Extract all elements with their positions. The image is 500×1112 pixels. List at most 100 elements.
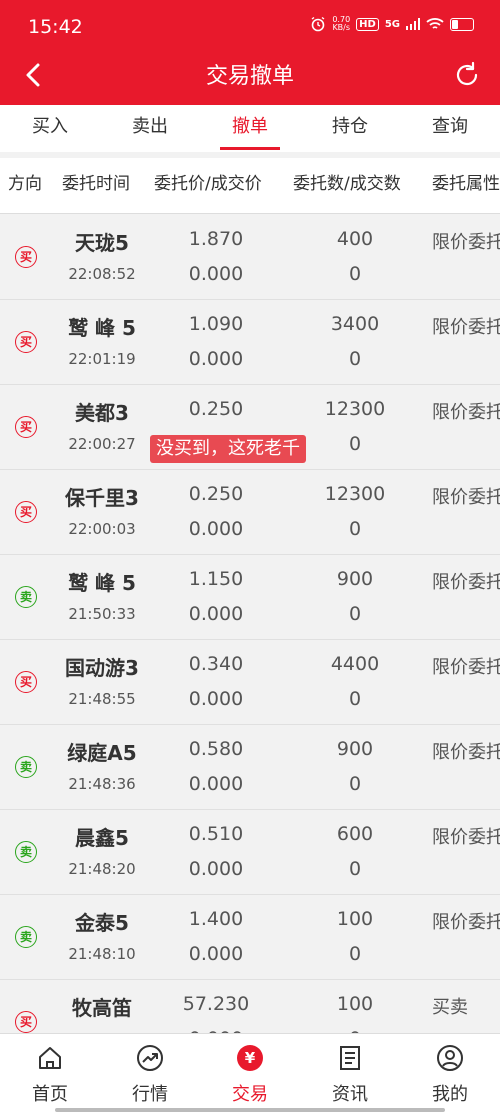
nav-home[interactable]: 首页 [0, 1034, 100, 1112]
order-list: 买天珑5 22:08:52 1.870 0.000 400 0 限价委托买鹫 峰 5 22:0… [0, 215, 500, 1033]
net-speed-unit: KB/s [332, 23, 351, 32]
order-row[interactable]: 卖 金泰5 21:48:10 1.400 0.000 100 0 限价委托 [0, 895, 500, 980]
deal-quantity: 0 [348, 688, 362, 710]
order-price: 1.400 [188, 908, 244, 930]
nav-market[interactable]: 行情 [100, 1034, 200, 1112]
deal-quantity: 0 [348, 348, 362, 370]
order-row[interactable]: 买 鹫 峰 5 22:01:19 1.090 0.000 3400 0 限价委托 [0, 300, 500, 385]
nav-market-label: 行情 [132, 1084, 168, 1105]
yuan-icon: ¥ [236, 1044, 264, 1072]
order-row[interactable]: 买牧高笛57.2300.0001000买卖 [0, 980, 500, 1033]
order-attribute: 限价委托 [432, 742, 500, 763]
stock-name: 晨鑫5 [75, 826, 129, 850]
column-direction: 方向 [8, 174, 42, 194]
deal-quantity: 0 [348, 518, 362, 540]
order-attribute: 限价委托 [432, 572, 500, 593]
deal-price: 0.000 [188, 348, 244, 370]
status-icons: 0.70 KB/s HD 5G [310, 16, 474, 32]
deal-quantity: 0 [348, 603, 362, 625]
signal-bars-icon [406, 18, 420, 30]
active-tab-indicator [220, 147, 280, 150]
stock-name: 保千里3 [65, 486, 139, 510]
trade-tabs: 买入 卖出 撤单 持仓 查询 [0, 105, 500, 152]
direction-badge: 卖 [15, 586, 37, 608]
direction-badge: 卖 [15, 756, 37, 778]
profile-icon [437, 1045, 463, 1071]
tab-cancel-order-label: 撤单 [232, 116, 268, 137]
tab-sell[interactable]: 卖出 [100, 105, 200, 152]
order-row[interactable]: 买 国动游3 21:48:55 0.340 0.000 4400 0 限价委托 [0, 640, 500, 725]
stock-name: 天珑5 [75, 231, 129, 255]
order-quantity: 100 [336, 993, 374, 1015]
refresh-icon[interactable] [452, 60, 482, 90]
order-time: 22:01:19 [68, 350, 136, 368]
deal-price: 0.000 [188, 518, 244, 540]
yuan-glyph: ¥ [237, 1045, 263, 1071]
nav-news-label: 资讯 [332, 1084, 368, 1105]
stock-name: 金泰5 [75, 911, 129, 935]
deal-price: 0.000 [188, 603, 244, 625]
order-row[interactable]: 卖 绿庭A5 21:48:36 0.580 0.000 900 0 限价委托 [0, 725, 500, 810]
order-row[interactable]: 买 天珑5 22:08:52 1.870 0.000 400 0 限价委托 [0, 215, 500, 300]
direction-badge: 买 [15, 416, 37, 438]
deal-quantity: 0 [348, 943, 362, 965]
order-time: 21:50:33 [68, 605, 136, 623]
order-time: 22:00:03 [68, 520, 136, 538]
column-attribute: 委托属性 [432, 174, 500, 194]
deal-quantity: 0 [348, 433, 362, 455]
hd-badge: HD [356, 17, 379, 31]
tab-positions[interactable]: 持仓 [300, 105, 400, 152]
direction-badge: 买 [15, 246, 37, 268]
net-speed: 0.70 KB/s [332, 16, 350, 32]
order-attribute: 限价委托 [432, 232, 500, 253]
home-indicator [55, 1108, 445, 1112]
column-price: 委托价/成交价 [154, 174, 262, 194]
column-quantity: 委托数/成交数 [293, 174, 401, 194]
order-row[interactable]: 卖 鹫 峰 5 21:50:33 1.150 0.000 900 0 限价委托 [0, 555, 500, 640]
top-app-bar: 15:42 0.70 KB/s HD 5G 交易撤单 [0, 0, 500, 105]
order-row[interactable]: 卖 晨鑫5 21:48:20 0.510 0.000 600 0 限价委托 [0, 810, 500, 895]
nav-trade-label: 交易 [232, 1084, 268, 1105]
order-time: 22:08:52 [68, 265, 136, 283]
news-icon [340, 1046, 360, 1070]
status-time: 15:42 [28, 16, 83, 38]
order-quantity: 900 [336, 568, 374, 590]
order-quantity: 12300 [324, 483, 386, 505]
order-quantity: 600 [336, 823, 374, 845]
stock-name: 国动游3 [65, 656, 139, 680]
stock-name: 鹫 峰 5 [68, 316, 136, 340]
tab-buy[interactable]: 买入 [0, 105, 100, 152]
order-time: 21:48:36 [68, 775, 136, 793]
tab-cancel-order[interactable]: 撤单 [200, 105, 300, 152]
nav-news[interactable]: 资讯 [300, 1034, 400, 1112]
stock-name: 鹫 峰 5 [68, 571, 136, 595]
stock-name: 美都3 [75, 401, 129, 425]
nav-profile-label: 我的 [432, 1084, 468, 1105]
order-attribute: 买卖 [432, 997, 468, 1018]
order-price: 0.250 [188, 398, 244, 420]
deal-price: 0.000 [188, 943, 244, 965]
overlay-caption: 没买到，这死老千 [150, 435, 306, 463]
column-order-time: 委托时间 [62, 174, 130, 194]
order-row[interactable]: 买 保千里3 22:00:03 0.250 0.000 12300 0 限价委托 [0, 470, 500, 555]
order-quantity: 400 [336, 228, 374, 250]
chart-trend-icon [137, 1045, 163, 1071]
order-quantity: 3400 [330, 313, 380, 335]
nav-trade[interactable]: ¥ 交易 [200, 1034, 300, 1112]
alarm-icon [311, 16, 325, 32]
direction-badge: 买 [15, 501, 37, 523]
tab-query[interactable]: 查询 [400, 105, 500, 152]
signal-label: 5G [384, 18, 400, 30]
deal-quantity: 0 [348, 263, 362, 285]
bottom-nav: 首页 行情 ¥ 交易 资讯 我的 [0, 1033, 500, 1112]
order-attribute: 限价委托 [432, 827, 500, 848]
order-price: 57.230 [182, 993, 250, 1015]
page-title: 交易撤单 [205, 64, 294, 89]
order-price: 0.250 [188, 483, 244, 505]
order-price: 0.580 [188, 738, 244, 760]
order-attribute: 限价委托 [432, 317, 500, 338]
nav-profile[interactable]: 我的 [400, 1034, 500, 1112]
order-price: 1.090 [188, 313, 244, 335]
order-price: 0.340 [188, 653, 244, 675]
stock-name: 绿庭A5 [67, 741, 137, 765]
